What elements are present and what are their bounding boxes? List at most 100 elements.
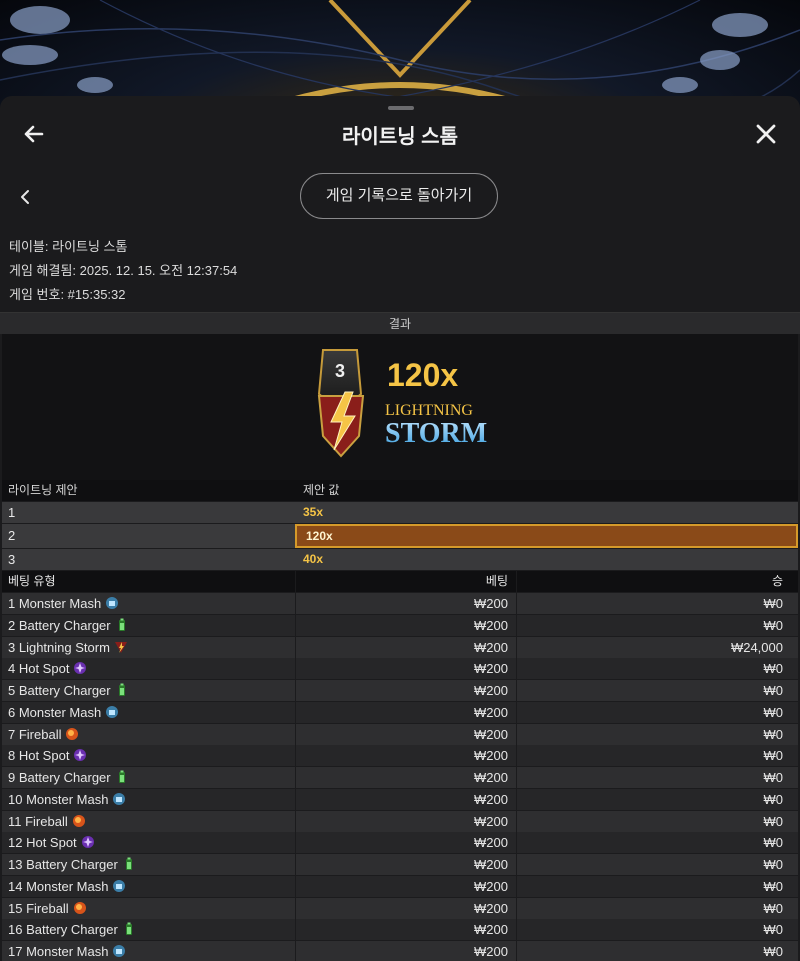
logo-multiplier: 120x [387,357,458,393]
bet-type-label: 2 Battery Charger [8,617,111,633]
bet-type-cell: 9 Battery Charger [2,767,295,788]
bet-type-label: 15 Fireball [8,900,69,916]
lightning-row-selected: 2 120x [2,524,798,548]
bet-type-cell: 16 Battery Charger [2,919,295,940]
bet-row: 14 Monster Mash ₩200 ₩0 [2,875,798,897]
bet-amount: ₩200 [295,788,516,810]
bet-type-label: 11 Fireball [8,813,68,829]
battery-charger-icon [115,682,129,696]
bet-row: 16 Battery Charger ₩200 ₩0 [2,919,798,941]
lightning-row: 3 40x [2,549,798,570]
bet-row: 15 Fireball ₩200 ₩0 [2,897,798,919]
win-amount: ₩0 [516,941,798,961]
monster-mash-icon [105,595,119,609]
battery-charger-icon [122,921,136,936]
bet-type-label: 3 Lightning Storm [8,639,110,655]
win-amount: ₩0 [516,680,798,701]
bet-row: 3 Lightning Storm ₩200 ₩24,000 [2,636,798,658]
win-amount: ₩0 [516,919,798,941]
bet-row: 1 Monster Mash ₩200 ₩0 [2,593,798,614]
bet-type-cell: 5 Battery Charger [2,680,295,701]
lightning-row-index: 2 [8,528,16,543]
bet-amount: ₩200 [295,897,516,919]
bet-amount: ₩200 [295,658,516,680]
bet-row: 7 Fireball ₩200 ₩0 [2,723,798,745]
col-suggested-value: 제안 값 [303,483,340,497]
bet-type-cell: 3 Lightning Storm [2,637,295,658]
bet-row: 17 Monster Mash ₩200 ₩0 [2,941,798,961]
bet-amount: ₩200 [295,941,516,961]
win-amount: ₩0 [516,788,798,810]
lightning-storm-icon [114,639,128,653]
col-lightning-suggestion: 라이트닝 제안 [8,483,78,497]
win-amount: ₩0 [516,745,798,767]
hot-spot-icon [81,834,95,849]
fireball-icon [65,726,79,740]
bets-table-header: 베팅 유형 베팅 승 [2,571,798,592]
result-area: 3 120x LIGHTNING STORM [2,334,798,480]
battery-charger-icon [122,856,136,870]
win-amount: ₩0 [516,854,798,875]
win-amount: ₩0 [516,658,798,680]
bet-amount: ₩200 [295,701,516,723]
battery-charger-icon [115,617,129,631]
col-bet-type: 베팅 유형 [8,574,56,588]
bet-row: 9 Battery Charger ₩200 ₩0 [2,767,798,788]
bet-type-label: 16 Battery Charger [8,922,118,938]
win-amount: ₩0 [516,723,798,745]
bet-type-cell: 10 Monster Mash [2,789,295,810]
bet-type-label: 17 Monster Mash [8,944,109,959]
bet-row: 10 Monster Mash ₩200 ₩0 [2,788,798,810]
lightning-row-index: 1 [8,505,16,520]
bet-row: 6 Monster Mash ₩200 ₩0 [2,701,798,723]
page-title: 라이트닝 스톰 [342,126,458,148]
bet-type-cell: 11 Fireball [2,811,295,832]
bet-amount: ₩200 [295,723,516,745]
win-amount: ₩0 [516,810,798,832]
chevron-left-icon[interactable] [16,186,34,208]
bet-amount: ₩200 [295,636,516,658]
bet-type-label: 7 Fireball [8,726,62,742]
win-amount: ₩0 [516,593,798,614]
bet-amount: ₩200 [295,767,516,788]
game-scene-art [0,0,800,110]
bet-type-cell: 6 Monster Mash [2,702,295,723]
lightning-row: 1 35x [2,502,798,523]
bet-type-label: 12 Hot Spot [8,835,77,851]
col-win: 승 [516,571,798,592]
bet-amount: ₩200 [295,919,516,941]
bet-amount: ₩200 [295,614,516,636]
bet-type-label: 1 Monster Mash [8,596,102,611]
win-amount: ₩0 [516,832,798,854]
bet-type-label: 13 Battery Charger [8,857,118,872]
result-section-header: 결과 [0,312,800,334]
back-to-history-button[interactable]: 게임 기록으로 돌아가기 [300,173,498,219]
bet-type-cell: 14 Monster Mash [2,876,295,897]
game-number: 게임 번호: #15:35:32 [9,287,126,302]
logo-badge-number: 3 [335,361,345,381]
bet-type-cell: 17 Monster Mash [2,941,295,961]
win-amount: ₩0 [516,897,798,919]
lightning-row-value: 35x [303,505,324,519]
battery-charger-icon [115,769,129,783]
bet-amount: ₩200 [295,875,516,897]
fireball-icon [73,900,87,914]
bet-type-cell: 8 Hot Spot [2,745,295,766]
bet-type-cell: 1 Monster Mash [2,593,295,614]
bet-type-label: 4 Hot Spot [8,661,70,677]
logo-text-storm: STORM [385,418,487,449]
lightning-table-header: 라이트닝 제안 제안 값 [2,480,798,501]
close-icon[interactable] [752,120,780,148]
selected-highlight [295,524,798,548]
table-info: 테이블: 라이트닝 스톰 [9,239,128,254]
bet-type-cell: 7 Fireball [2,724,295,745]
bet-row: 12 Hot Spot ₩200 ₩0 [2,832,798,854]
win-amount: ₩24,000 [516,636,798,658]
bet-type-label: 5 Battery Charger [8,683,111,698]
bet-type-cell: 13 Battery Charger [2,854,295,875]
bet-amount: ₩200 [295,854,516,875]
bet-row: 2 Battery Charger ₩200 ₩0 [2,614,798,636]
win-amount: ₩0 [516,614,798,636]
win-amount: ₩0 [516,767,798,788]
bet-row: 11 Fireball ₩200 ₩0 [2,810,798,832]
